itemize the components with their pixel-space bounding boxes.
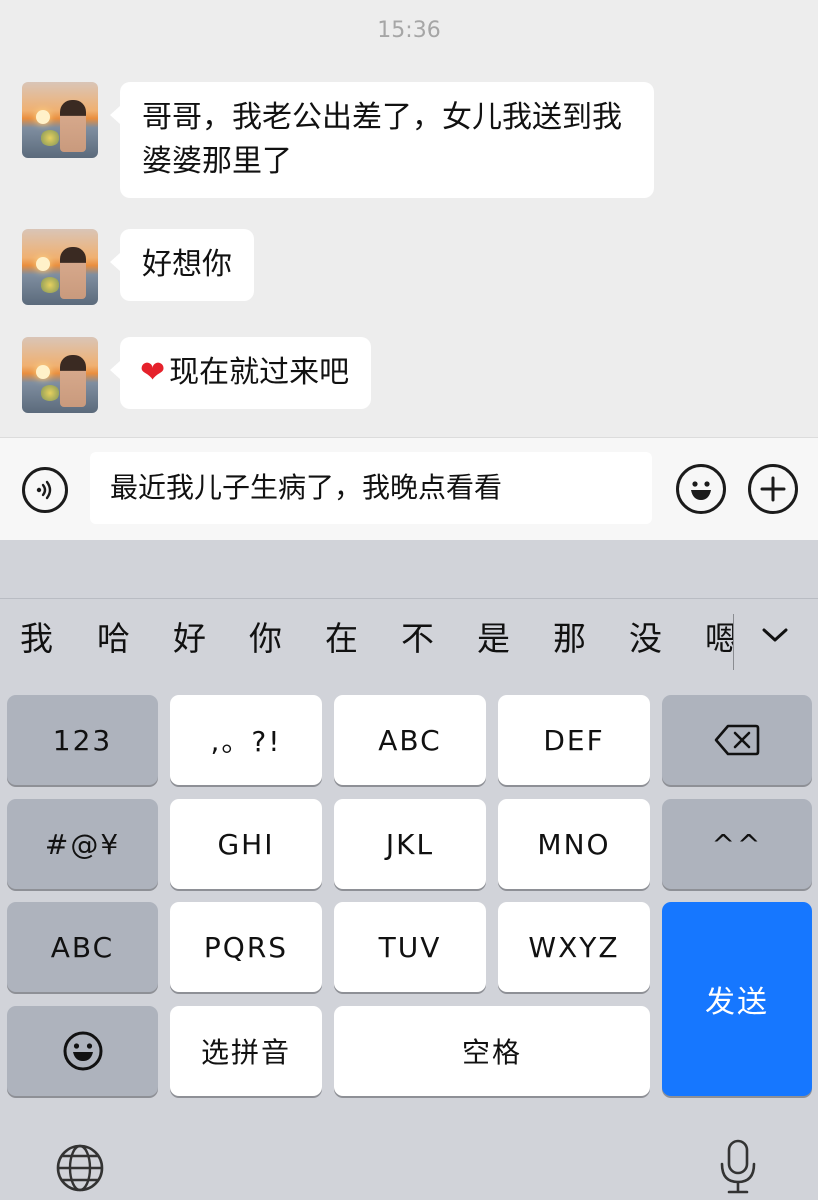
candidate-word[interactable]: 不 [401,612,434,660]
key-ghi[interactable]: GHI [170,799,322,889]
message-row: 哥哥，我老公出差了，女儿我送到我婆婆那里了 [22,82,654,198]
key-select-pinyin[interactable]: 选拼音 [170,1006,322,1096]
microphone-icon[interactable] [716,1138,760,1196]
key-label: ABC [378,723,442,757]
send-button[interactable]: 发送 [662,902,812,1096]
emoji-icon[interactable] [676,464,726,514]
key-mno[interactable]: MNO [498,799,650,889]
candidate-word[interactable]: 嗯 [705,612,733,660]
message-row: 好想你 [22,229,254,305]
key-123[interactable]: 123 [7,695,158,785]
key-label: TUV [378,930,442,964]
key-emoticon[interactable]: ^^ [662,799,812,889]
key-label: 空格 [461,1036,522,1069]
key-symbols[interactable]: #@¥ [7,799,158,889]
key-label: ,。?! [210,725,282,758]
backspace-key[interactable] [662,695,812,785]
key-label: WXYZ [528,930,620,964]
message-input[interactable]: 最近我儿子生病了，我晚点看看 [90,452,652,524]
candidate-word[interactable]: 好 [173,612,206,660]
chevron-down-icon[interactable] [760,620,790,650]
key-punctuation[interactable]: ,。?! [170,695,322,785]
keyboard-top-strip [0,540,818,599]
candidate-divider [733,614,734,670]
keyboard: 我 哈 好 你 在 不 是 那 没 嗯 123 ,。?! ABC DEF #@¥… [0,540,818,1200]
key-label: ABC [50,930,115,964]
candidate-word[interactable]: 我 [20,612,53,660]
key-abc[interactable]: ABC [334,695,486,785]
message-text: 现在就过来吧 [169,355,350,390]
key-label: #@¥ [44,827,121,861]
message-text: 哥哥，我老公出差了，女儿我送到我婆婆那里了 [142,100,622,179]
voice-icon[interactable] [22,467,68,513]
space-key[interactable]: 空格 [334,1006,650,1096]
key-wxyz[interactable]: WXYZ [498,902,650,992]
globe-icon[interactable] [54,1142,106,1194]
message-row: ❤ 现在就过来吧 [22,337,372,413]
avatar[interactable] [22,337,98,413]
candidate-word[interactable]: 是 [477,612,510,660]
key-abc-mode[interactable]: ABC [7,902,158,992]
key-label: PQRS [203,930,289,964]
chat-area: 15:36 哥哥，我老公出差了，女儿我送到我婆婆那里了 好想你 ❤ 现在就过来吧 [0,0,818,437]
message-bubble[interactable]: 哥哥，我老公出差了，女儿我送到我婆婆那里了 [110,82,654,198]
candidate-word[interactable]: 哈 [97,612,130,660]
candidate-bar: 我 哈 好 你 在 不 是 那 没 嗯 [0,598,818,680]
key-label: JKL [385,827,435,861]
key-pqrs[interactable]: PQRS [170,902,322,992]
candidate-word[interactable]: 没 [629,612,662,660]
heart-emoji-icon: ❤ [140,355,166,390]
key-def[interactable]: DEF [498,695,650,785]
key-label: DEF [543,723,605,757]
emoji-icon [63,1031,102,1071]
key-label: 123 [52,723,113,757]
emoji-key[interactable] [7,1006,158,1096]
backspace-icon [714,724,760,756]
message-bubble[interactable]: ❤ 现在就过来吧 [109,337,372,409]
key-label: GHI [217,827,275,861]
message-text: 好想你 [142,247,232,282]
send-label: 发送 [705,985,769,1020]
message-timestamp: 15:36 [377,18,441,43]
key-label: MNO [537,827,611,861]
key-jkl[interactable]: JKL [334,799,486,889]
input-bar: 最近我儿子生病了，我晚点看看 [0,437,818,541]
avatar[interactable] [22,229,98,305]
avatar[interactable] [22,82,98,158]
key-label: ^^ [711,827,763,861]
candidate-word[interactable]: 在 [325,612,358,660]
message-bubble[interactable]: 好想你 [110,229,254,301]
plus-icon[interactable] [748,464,798,514]
key-label: 选拼音 [200,1036,291,1069]
candidate-word[interactable]: 那 [553,612,586,660]
candidate-word[interactable]: 你 [249,612,282,660]
key-tuv[interactable]: TUV [334,902,486,992]
